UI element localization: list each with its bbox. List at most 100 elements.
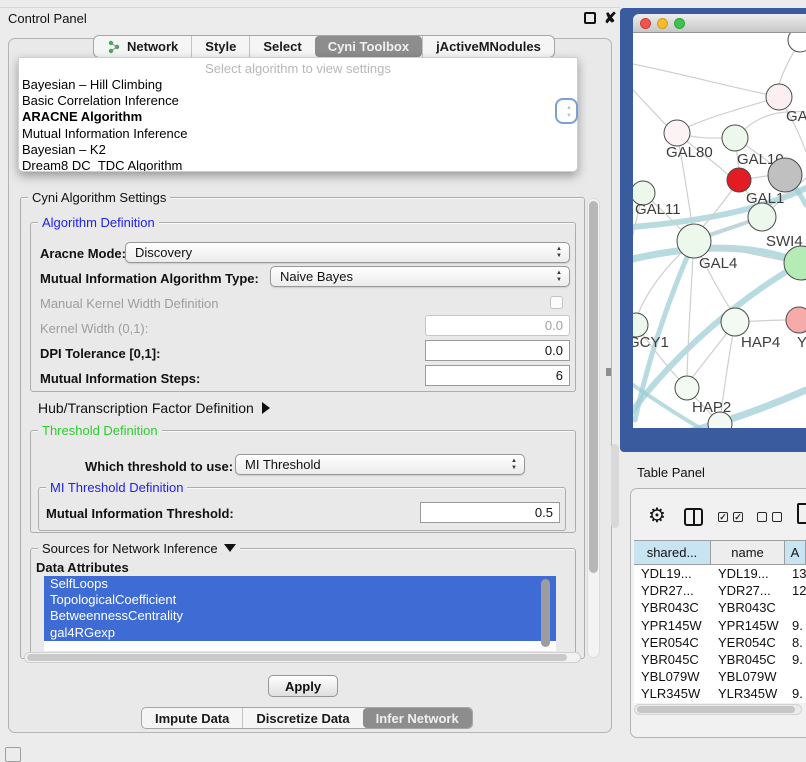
table-row[interactable]: YDL19...YDL19...13 [634, 565, 806, 582]
table-hscroll-thumb[interactable] [637, 706, 795, 713]
manual-kernel-checkbox[interactable] [550, 296, 563, 309]
network-node-gal10[interactable] [722, 125, 748, 151]
settings-horizontal-scrollbar[interactable] [24, 652, 581, 663]
table-cell: YBL079W [634, 668, 711, 685]
bottom-tab-impute-data[interactable]: Impute Data [142, 708, 242, 728]
table-cell: YDR27... [711, 582, 785, 599]
mi-steps-value: 6 [556, 368, 563, 383]
table-row[interactable]: YPR145WYPR145W9. [634, 617, 806, 634]
aracne-mode-select[interactable]: Discovery ▲▼ [125, 242, 570, 263]
aracne-mode-value: Discovery [135, 245, 192, 260]
table-row[interactable]: YBR045CYBR045C9. [634, 651, 806, 668]
column-layout-icon[interactable] [684, 508, 703, 526]
restore-panel-icon[interactable] [5, 747, 21, 762]
network-node-y[interactable] [786, 307, 806, 333]
outer-scrollbar-thumb[interactable] [611, 444, 619, 528]
bottom-tab-discretize-data[interactable]: Discretize Data [242, 708, 362, 728]
table-panel-title: Table Panel [637, 465, 705, 480]
close-red-icon[interactable] [640, 18, 651, 29]
apply-button[interactable]: Apply [268, 675, 338, 697]
network-node-gal[interactable] [766, 84, 792, 110]
table-cell: YIL052C [711, 703, 785, 704]
algorithm-option-dream8-dc-tdc-algorithm[interactable]: Dream8 DC_TDC Algorithm [19, 158, 577, 172]
unchecked-box-icon[interactable] [772, 512, 782, 522]
network-node-gal4[interactable] [677, 224, 711, 258]
page-icon[interactable] [797, 503, 806, 524]
network-node-gal80[interactable] [664, 120, 690, 146]
attributes-scrollbar-thumb[interactable] [541, 579, 550, 647]
network-node[interactable] [788, 33, 806, 52]
mi-threshold-input[interactable]: 0.5 [420, 502, 560, 523]
dpi-tolerance-label: DPI Tolerance [0,1]: [40, 346, 160, 362]
table-cell: 9. [785, 703, 806, 704]
network-window-titlebar[interactable] [633, 14, 806, 33]
attribute-topologicalcoefficient[interactable]: TopologicalCoefficient [44, 592, 556, 608]
settings-hscroll-thumb[interactable] [27, 654, 567, 661]
hub-section-toggle[interactable]: Hub/Transcription Factor Definition [38, 400, 270, 416]
table-row[interactable]: YDR27...YDR27...12 [634, 582, 806, 599]
sources-title[interactable]: Sources for Network Inference [38, 541, 240, 556]
mi-threshold-label: Mutual Information Threshold: [46, 506, 234, 522]
dpi-tolerance-input[interactable]: 0.0 [425, 340, 570, 361]
bottom-tab-infer-network[interactable]: Infer Network [363, 708, 472, 728]
tab-cyni-toolbox[interactable]: Cyni Toolbox [315, 36, 422, 57]
network-node[interactable] [768, 158, 802, 192]
algorithm-combo-fragment[interactable]: ▲▼ [555, 98, 578, 124]
attribute-betweennesscentrality[interactable]: BetweennessCentrality [44, 608, 556, 624]
table-row[interactable]: YBR043CYBR043C [634, 599, 806, 616]
tab-jactivemnodules[interactable]: jActiveMNodules [422, 36, 554, 57]
table-row[interactable]: YIL052CYIL052C9. [634, 703, 806, 704]
tab-style[interactable]: Style [191, 36, 249, 57]
settings-scrollbar[interactable] [587, 198, 600, 658]
mi-type-select[interactable]: Naive Bayes ▲▼ [270, 266, 570, 287]
minimize-yellow-icon[interactable] [657, 18, 668, 29]
table-cell [785, 599, 806, 616]
data-attributes-label: Data Attributes [36, 560, 129, 576]
attribute-selfloops[interactable]: SelfLoops [44, 576, 556, 592]
algorithm-option-aracne-algorithm[interactable]: ARACNE Algorithm [19, 109, 577, 125]
unchecked-box-icon[interactable] [757, 512, 767, 522]
gear-icon[interactable]: ⚙ [648, 503, 666, 528]
which-threshold-select[interactable]: MI Threshold ▲▼ [235, 454, 525, 475]
attribute-gal4rgexp[interactable]: gal4RGexp [44, 625, 556, 641]
algorithm-option-basic-correlation-inference[interactable]: Basic Correlation Inference [19, 93, 577, 109]
table-horizontal-scrollbar[interactable] [634, 704, 802, 715]
chevron-updown-icon: ▲▼ [511, 458, 517, 472]
network-node-swi4[interactable] [748, 203, 776, 231]
mi-steps-label: Mutual Information Steps: [40, 371, 200, 387]
table-row[interactable]: YLR345WYLR345W9. [634, 685, 806, 702]
network-canvas[interactable]: GALGAL80GAL10GAL1GAL11SWI4GAL4GCY1HAP4YH… [633, 33, 806, 428]
tab-label: Style [205, 39, 236, 54]
dpi-tolerance-value: 0.0 [545, 343, 563, 358]
settings-scrollbar-thumb[interactable] [589, 201, 598, 573]
node-label-gal4: GAL4 [699, 255, 737, 272]
mi-type-label: Mutual Information Algorithm Type: [40, 271, 259, 287]
algorithm-option-mutual-information-inference[interactable]: Mutual Information Inference [19, 126, 577, 142]
network-node-hap4[interactable] [721, 308, 749, 336]
column-header-shared-[interactable]: shared... [634, 540, 711, 565]
algorithm-option-bayesian-hill-climbing[interactable]: Bayesian – Hill Climbing [19, 77, 577, 93]
table-cell: 8. [785, 634, 806, 651]
pane-divider-grip[interactable] [606, 368, 611, 376]
tab-select[interactable]: Select [249, 36, 314, 57]
table-cell: 9. [785, 685, 806, 702]
table-cell: YDL19... [634, 565, 711, 582]
tab-network[interactable]: Network [94, 36, 191, 57]
checked-box-icon[interactable]: ✓ [718, 512, 728, 522]
close-icon[interactable]: ✘ [604, 9, 617, 27]
column-header-name[interactable]: name [711, 540, 785, 565]
column-header-a[interactable]: A [785, 540, 806, 565]
mi-steps-input[interactable]: 6 [425, 365, 570, 386]
top-divider [0, 7, 620, 8]
data-attributes-list[interactable]: SelfLoopsTopologicalCoefficientBetweenne… [44, 576, 556, 651]
checked-box-icon[interactable]: ✓ [733, 512, 743, 522]
algorithm-option-bayesian-k2[interactable]: Bayesian – K2 [19, 142, 577, 158]
network-node-hap2[interactable] [675, 376, 699, 400]
table-row[interactable]: YBL079WYBL079W [634, 668, 806, 685]
network-node[interactable] [784, 246, 806, 280]
network-node-gal1[interactable] [727, 168, 751, 192]
table-row[interactable]: YER054CYER054C8. [634, 634, 806, 651]
zoom-green-icon[interactable] [674, 18, 685, 29]
float-icon[interactable] [584, 12, 596, 24]
kernel-width-input[interactable]: 0.0 [425, 315, 570, 336]
